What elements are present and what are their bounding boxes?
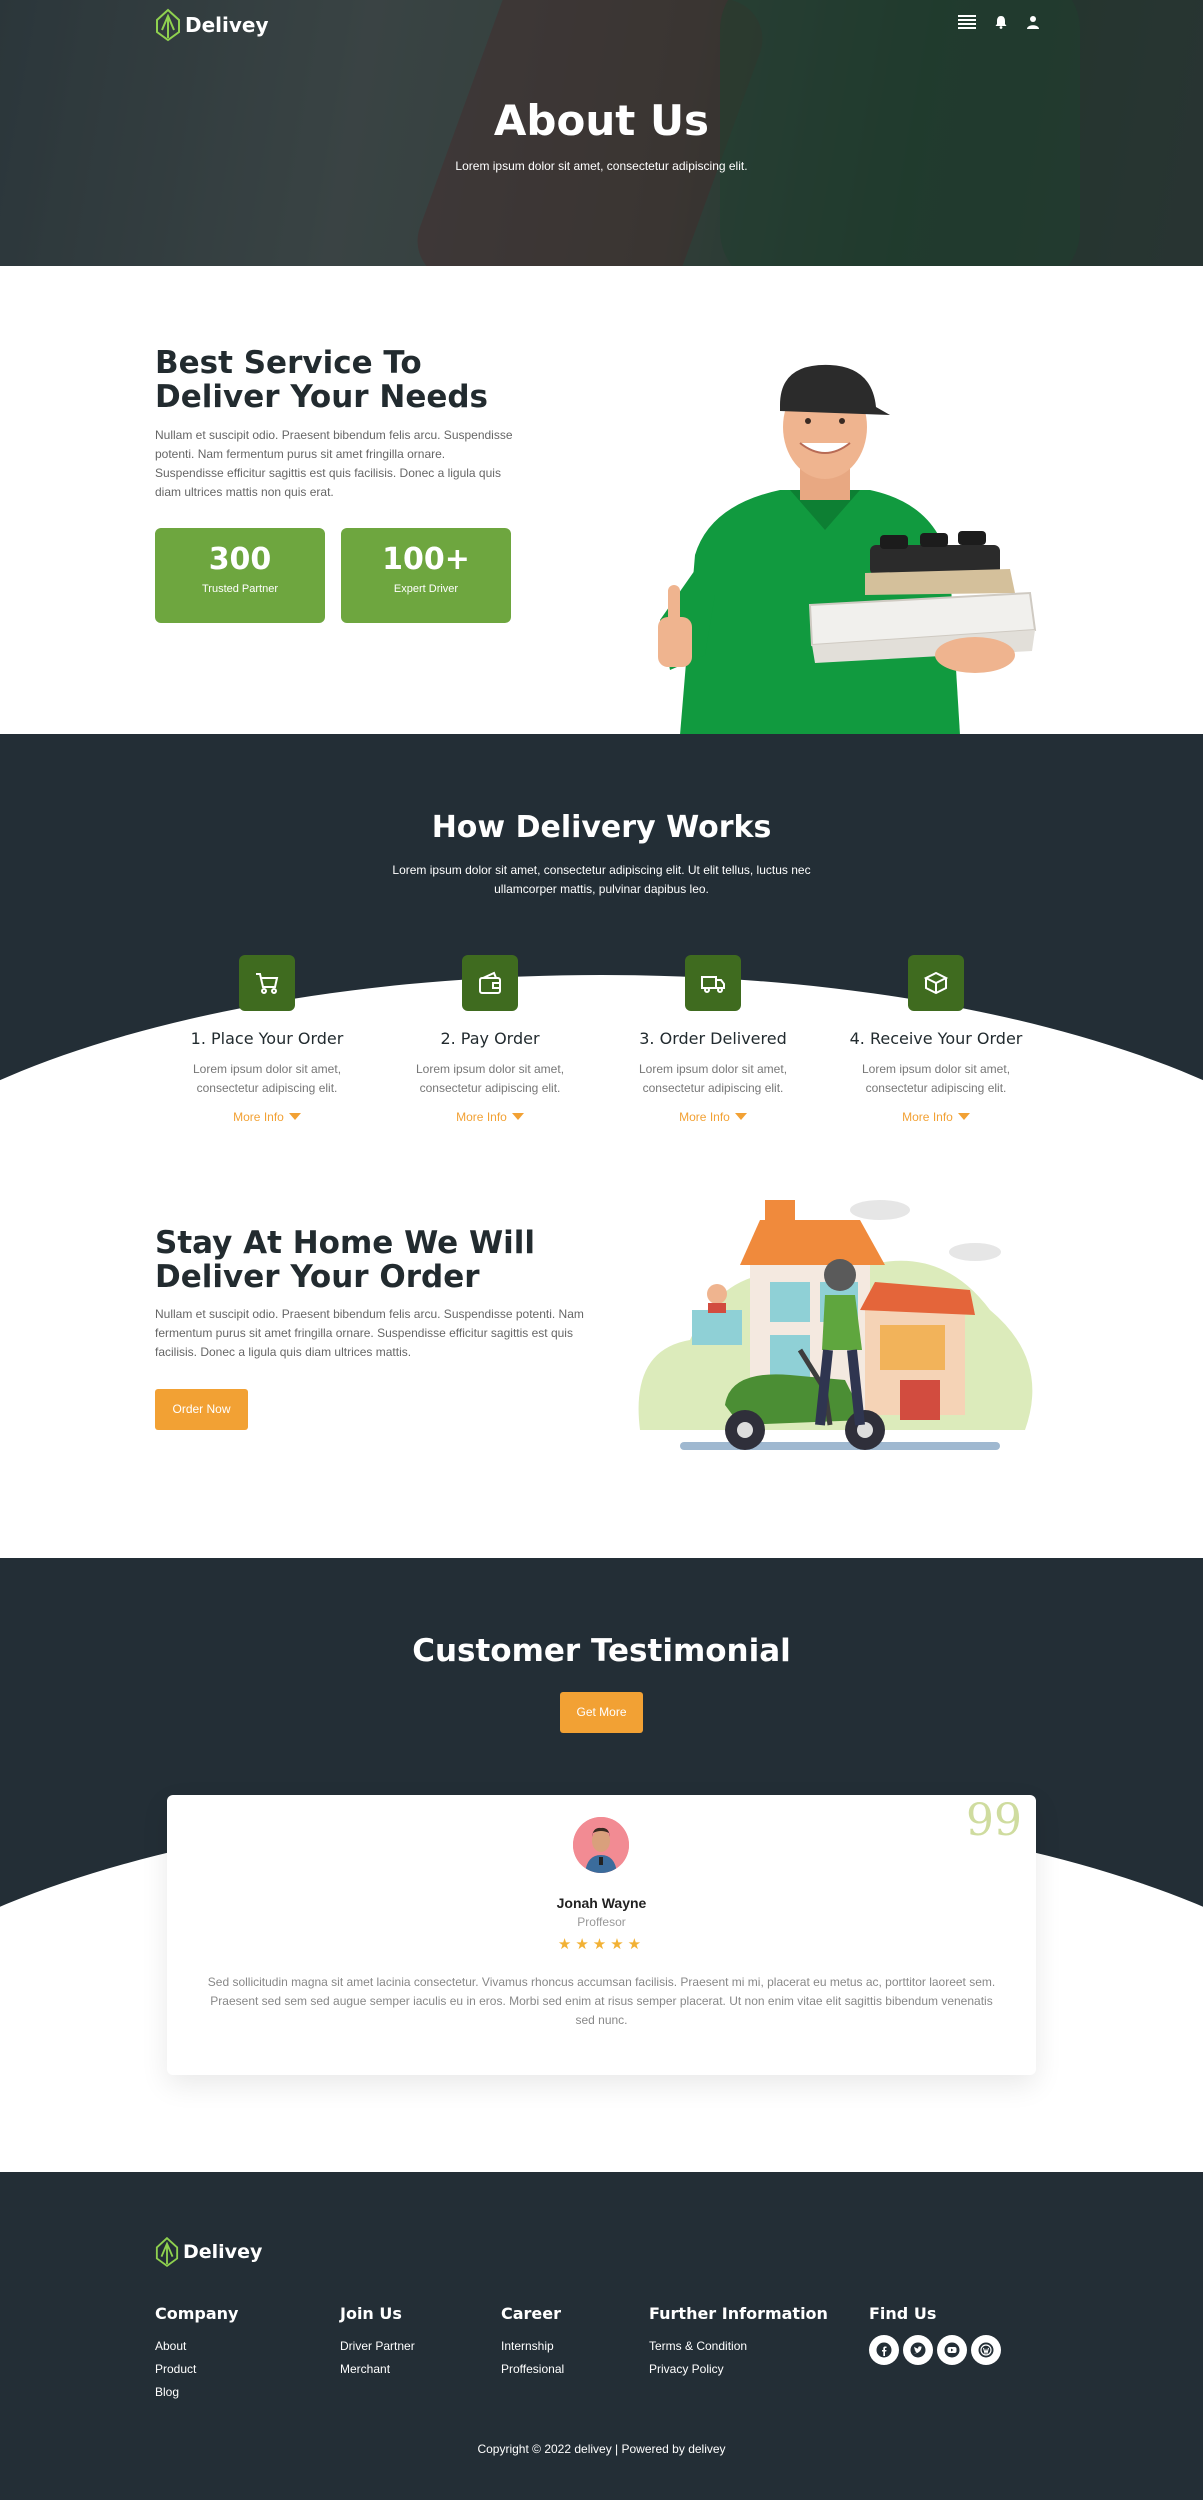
courier-photo xyxy=(658,364,1037,735)
footer-link-merchant[interactable]: Merchant xyxy=(340,2358,415,2381)
cart-icon xyxy=(256,973,279,994)
how-subtitle: Lorem ipsum dolor sit amet, consectetur … xyxy=(392,863,811,896)
get-more-button[interactable]: Get More xyxy=(560,1692,643,1733)
brand-logo[interactable]: Delivey xyxy=(155,8,269,42)
reviewer-role: Proffesor xyxy=(577,1915,626,1929)
caret-down-icon xyxy=(957,1113,970,1120)
about-title: Best Service To Deliver Your Needs xyxy=(155,345,489,415)
footer-heading: Career xyxy=(501,2304,562,2323)
footer-heading: Further Information xyxy=(649,2304,828,2323)
footer-link-professional[interactable]: Proffesional xyxy=(501,2358,564,2381)
step-text: Lorem ipsum dolor sit amet, consectetur … xyxy=(415,1062,565,1095)
wallet-icon xyxy=(479,971,501,994)
youtube-icon[interactable] xyxy=(937,2335,967,2365)
copyright: Copyright © 2022 delivey | Powered by de… xyxy=(477,2442,726,2456)
wordpress-icon[interactable] xyxy=(971,2335,1001,2365)
step-place-order: 1. Place Your Order Lorem ipsum dolor si… xyxy=(167,955,367,1126)
brand-name: Delivey xyxy=(185,13,269,37)
testimonial-title: Customer Testimonial xyxy=(412,1633,791,1669)
nav-icons xyxy=(958,14,1040,30)
about-text: Nullam et suscipit odio. Praesent bibend… xyxy=(155,428,513,499)
step-title: 2. Pay Order xyxy=(440,1029,540,1048)
footer-link-product[interactable]: Product xyxy=(155,2358,238,2381)
person-avatar-icon xyxy=(573,1817,629,1873)
box-icon xyxy=(923,971,949,995)
truck-icon xyxy=(701,976,725,993)
footer-col-career: Career Internship Proffesional xyxy=(501,2304,564,2381)
leaf-logo-icon xyxy=(155,2236,179,2267)
testimonial-text: Sed sollicitudin magna sit amet lacinia … xyxy=(207,1975,996,2027)
caret-down-icon xyxy=(734,1113,747,1120)
footer-link-blog[interactable]: Blog xyxy=(155,2381,238,2404)
footer-col-company: Company About Product Blog xyxy=(155,2304,238,2404)
avatar xyxy=(573,1817,629,1873)
footer: Delivey Company About Product Blog Join … xyxy=(0,2172,1203,2500)
more-info-link[interactable]: More Info xyxy=(902,1110,970,1124)
more-info-label: More Info xyxy=(902,1110,953,1124)
step-receive-order: 4. Receive Your Order Lorem ipsum dolor … xyxy=(836,955,1036,1126)
footer-col-find: Find Us xyxy=(869,2304,1001,2365)
footer-heading: Join Us xyxy=(340,2304,402,2323)
more-info-label: More Info xyxy=(233,1110,284,1124)
order-now-button[interactable]: Order Now xyxy=(155,1389,248,1430)
star-rating: ★★★★★ xyxy=(557,1936,646,1953)
page-title: About Us xyxy=(493,96,710,145)
hero-subtitle: Lorem ipsum dolor sit amet, consectetur … xyxy=(455,159,748,173)
more-info-link[interactable]: More Info xyxy=(456,1110,524,1124)
footer-link-terms[interactable]: Terms & Condition xyxy=(649,2335,828,2358)
how-title: How Delivery Works xyxy=(431,810,772,845)
stay-text: Nullam et suscipit odio. Praesent bibend… xyxy=(155,1307,584,1359)
step-title: 3. Order Delivered xyxy=(639,1029,787,1048)
leaf-logo-icon xyxy=(156,8,180,42)
brand-name: Delivey xyxy=(183,2241,263,2263)
menu-icon[interactable] xyxy=(958,14,976,30)
step-text: Lorem ipsum dolor sit amet, consectetur … xyxy=(638,1062,788,1095)
more-info-label: More Info xyxy=(679,1110,730,1124)
footer-link-internship[interactable]: Internship xyxy=(501,2335,564,2358)
reviewer-name: Jonah Wayne xyxy=(556,1895,647,1911)
step-title: 1. Place Your Order xyxy=(190,1029,344,1048)
footer-col-further: Further Information Terms & Condition Pr… xyxy=(649,2304,828,2381)
stat-card-drivers: 100+ Expert Driver xyxy=(341,528,511,623)
stat-value: 100+ xyxy=(382,542,470,577)
stat-card-partners: 300 Trusted Partner xyxy=(155,528,325,623)
more-info-link[interactable]: More Info xyxy=(233,1110,301,1124)
social-links xyxy=(869,2335,1001,2365)
step-title: 4. Receive Your Order xyxy=(849,1029,1023,1048)
stat-value: 300 xyxy=(208,542,272,577)
caret-down-icon xyxy=(511,1113,524,1120)
stat-label: Expert Driver xyxy=(393,583,459,595)
user-icon[interactable] xyxy=(1026,15,1040,29)
step-order-delivered: 3. Order Delivered Lorem ipsum dolor sit… xyxy=(613,955,813,1126)
twitter-icon[interactable] xyxy=(903,2335,933,2365)
step-text: Lorem ipsum dolor sit amet, consectetur … xyxy=(861,1062,1011,1095)
footer-link-privacy[interactable]: Privacy Policy xyxy=(649,2358,828,2381)
quote-icon: 99 xyxy=(966,1795,1022,1846)
caret-down-icon xyxy=(288,1113,301,1120)
stay-title: Stay At Home We Will Deliver Your Order xyxy=(155,1225,536,1295)
step-pay-order: 2. Pay Order Lorem ipsum dolor sit amet,… xyxy=(390,955,590,1126)
footer-heading: Company xyxy=(155,2304,239,2323)
step-text: Lorem ipsum dolor sit amet, consectetur … xyxy=(192,1062,342,1095)
footer-link-about[interactable]: About xyxy=(155,2335,238,2358)
more-info-label: More Info xyxy=(456,1110,507,1124)
more-info-link[interactable]: More Info xyxy=(679,1110,747,1124)
footer-heading: Find Us xyxy=(869,2304,937,2323)
testimonial-card: 99 Jonah Wayne Proffesor ★★★★★ Sed solli… xyxy=(167,1795,1036,2075)
footer-logo[interactable]: Delivey xyxy=(155,2236,262,2268)
stat-label: Trusted Partner xyxy=(201,583,278,595)
footer-col-join: Join Us Driver Partner Merchant xyxy=(340,2304,415,2381)
bell-icon[interactable] xyxy=(994,15,1008,29)
facebook-icon[interactable] xyxy=(869,2335,899,2365)
footer-link-driver-partner[interactable]: Driver Partner xyxy=(340,2335,415,2358)
delivery-illustration xyxy=(638,1200,1033,1450)
